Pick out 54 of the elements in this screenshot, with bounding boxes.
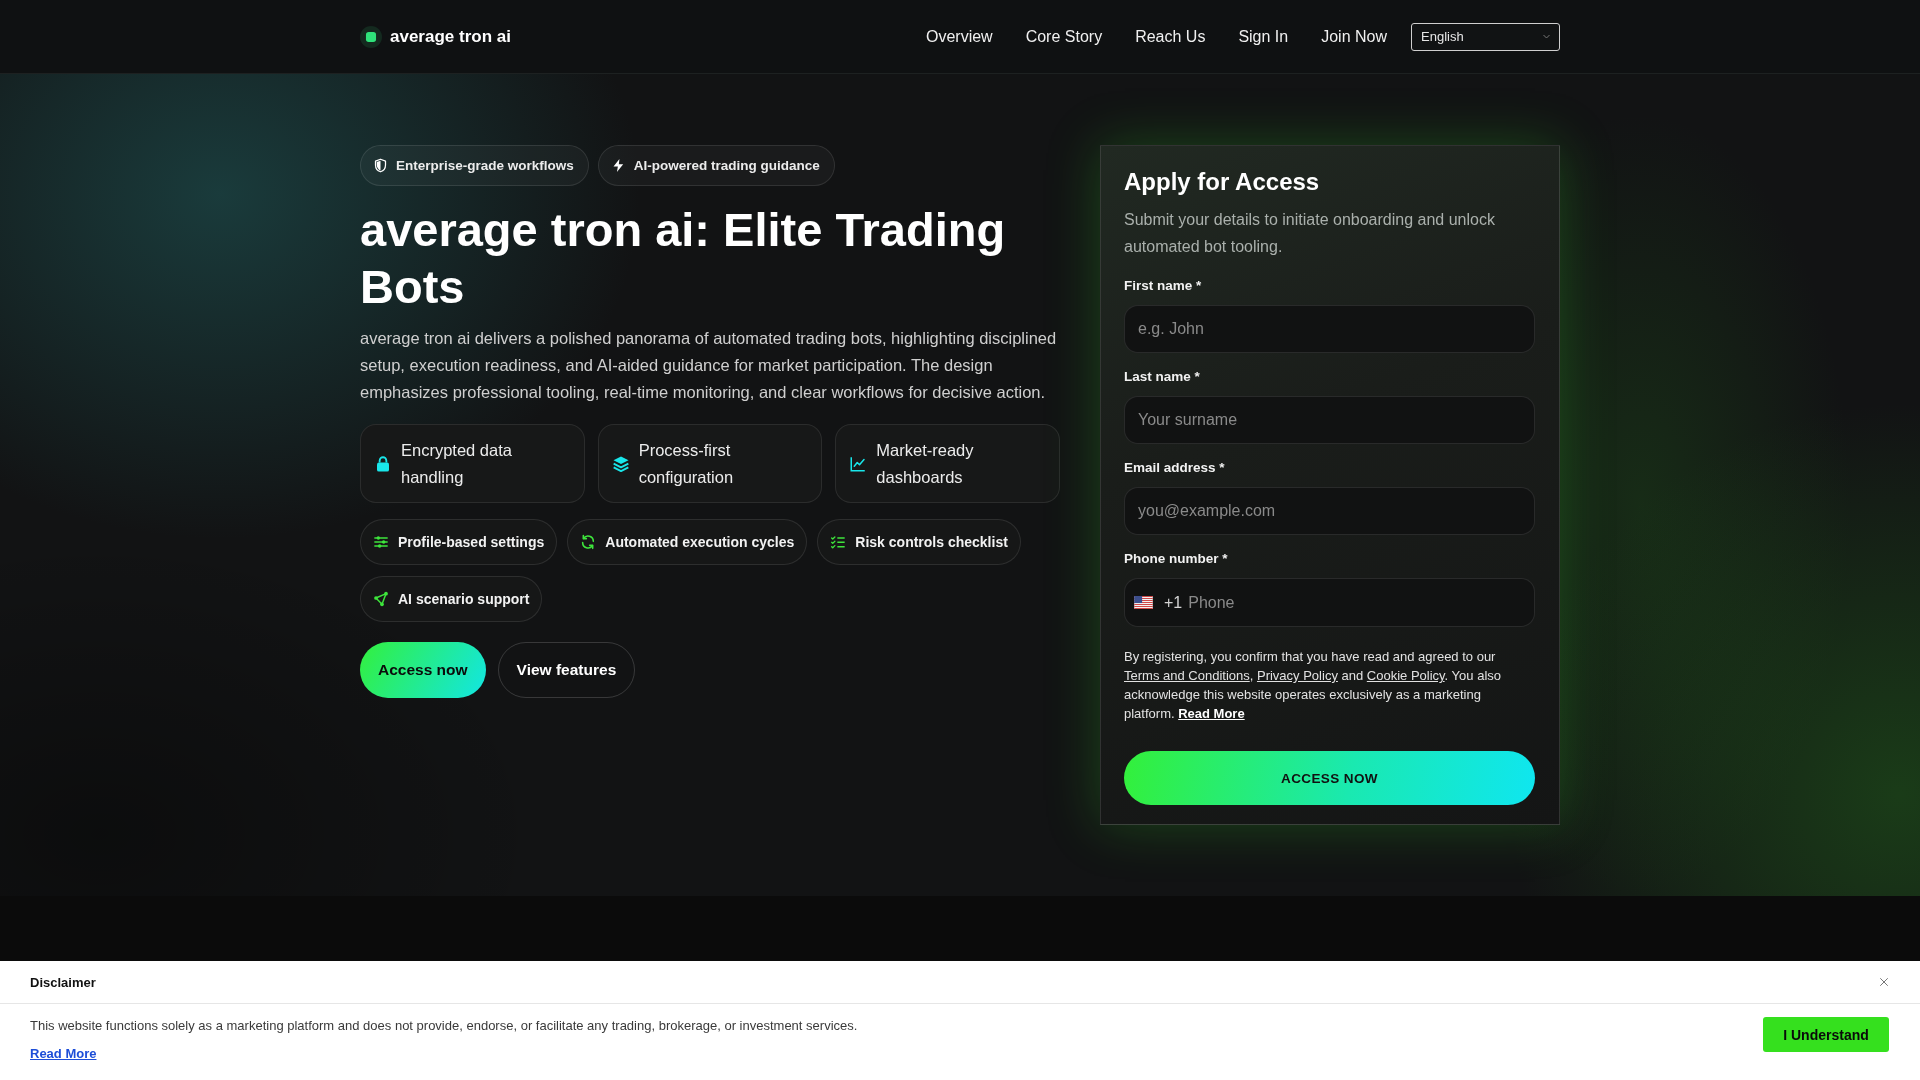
phone-input[interactable]: Phone [1188, 579, 1534, 626]
text-input[interactable]: e.g. John [1124, 305, 1535, 353]
chip-label: Profile-based settings [398, 534, 545, 550]
policy-link[interactable]: Privacy Policy [1256, 668, 1338, 683]
flag-icon [1134, 596, 1153, 609]
nav-link[interactable]: Core Story [1025, 27, 1103, 46]
nav-link[interactable]: Overview [925, 27, 993, 46]
field-label: Last name * [1124, 368, 1201, 386]
dial-code: +1 [1164, 593, 1183, 612]
shield-icon [373, 158, 388, 173]
logo-icon [360, 25, 382, 48]
consent-text: By registering, you confirm that you have read and agreed to our Terms and Conditions, Privacy Policy and Cookie Policy. You also acknowledge this website operates exclusively as a marketing platform. Read More [1124, 648, 1502, 723]
cta-button[interactable]: Access now [360, 642, 486, 698]
disclaimer-title: Disclaimer [30, 974, 96, 990]
disclaimer-text: This website functions solely as a marketing platform and does not provide, endorse, or facilitate any trading, brokerage, or investment services. [30, 1017, 858, 1035]
language-select[interactable]: English [1411, 22, 1560, 51]
chip-label: AI scenario support [398, 591, 530, 607]
submit-button[interactable]: ACCESS NOW [1124, 751, 1535, 805]
form-subtitle: Submit your details to initiate onboarding and unlock automated bot tooling. [1124, 210, 1496, 257]
field-label: First name * [1124, 277, 1203, 295]
hero-title: average tron ai: Elite Trading Bots [360, 202, 1007, 315]
policy-link[interactable]: Terms and Conditions [1124, 668, 1250, 683]
nodes-icon [373, 591, 389, 607]
read-more-link[interactable]: Read More [1178, 706, 1245, 721]
close-icon [1879, 977, 1889, 987]
feature-text: Market-ready dashboards [876, 439, 975, 488]
hero-description: average tron ai delivers a polished panorama of automated trading bots, highlighting disciplined setup, execution readiness, and AI-aided guidance for market participation. The design emphasizes professional tooling, real-time monitoring, and clear workflows for decisive action. [360, 328, 1058, 403]
text-input[interactable]: you@example.com [1124, 487, 1535, 535]
nav-link[interactable]: Reach Us [1135, 27, 1206, 46]
field-label: Email address * [1124, 459, 1226, 477]
chip-label: Automated execution cycles [605, 534, 795, 550]
close-button[interactable] [1879, 977, 1889, 987]
phone-field[interactable]: +1 Phone [1124, 578, 1535, 627]
brand-name[interactable]: average tron ai [390, 26, 511, 47]
feature-text: Encrypted data handling [401, 439, 513, 488]
form-title: Apply for Access [1124, 167, 1321, 197]
chip-label: Risk controls checklist [855, 534, 1008, 550]
refresh-icon [580, 534, 597, 550]
field-label: Phone number * [1124, 550, 1229, 568]
caret-icon [1542, 32, 1551, 41]
read-more-link[interactable]: Read More [30, 1046, 97, 1061]
nav-link[interactable]: Join Now [1321, 27, 1387, 46]
nav-link[interactable]: Sign In [1238, 27, 1289, 46]
understand-button[interactable]: I Understand [1763, 1017, 1889, 1052]
highlight-text: AI-powered trading guidance [633, 158, 820, 173]
feature-text: Process-first configuration [638, 439, 735, 488]
sliders-icon [373, 534, 389, 550]
line-chart-icon [849, 454, 868, 473]
layers-icon [611, 454, 630, 473]
lock-icon [374, 454, 392, 473]
text-input[interactable]: Your surname [1124, 396, 1535, 444]
checklist-icon [830, 534, 847, 550]
highlight-text: Enterprise-grade workflows [396, 158, 574, 173]
policy-link[interactable]: Cookie Policy [1366, 668, 1445, 683]
